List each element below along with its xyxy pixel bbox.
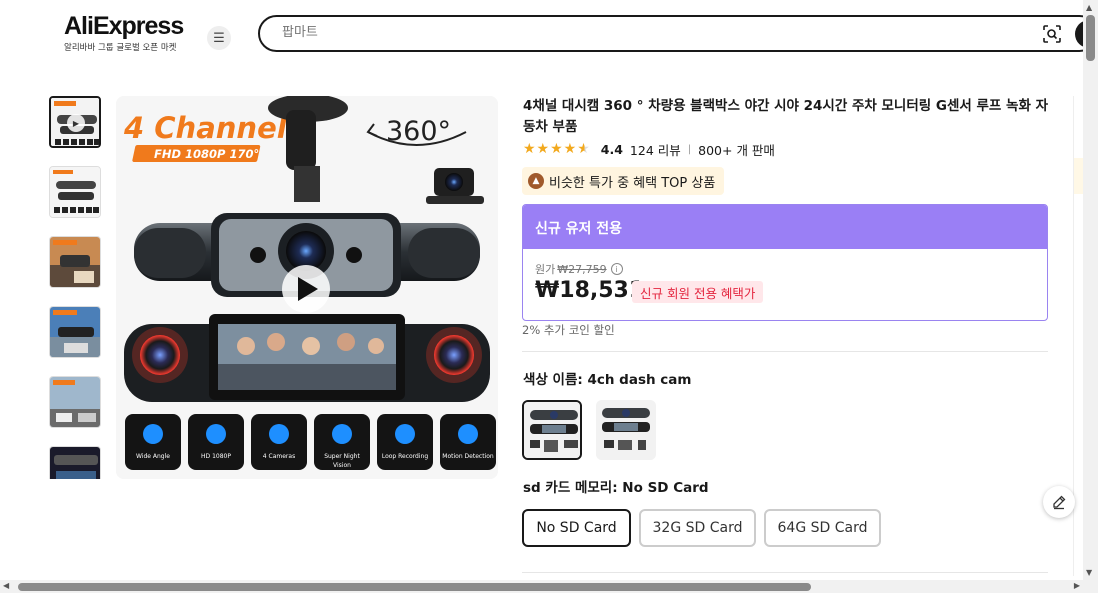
color-swatch-alt[interactable]	[596, 400, 656, 460]
vertical-scrollbar[interactable]: ▲ ▼	[1083, 0, 1098, 580]
feature-label: Super Night	[324, 453, 360, 460]
dashcam-illustration: 4 Channels FHD 1080P 170° 360° Wide Angl…	[116, 96, 498, 479]
menu-icon[interactable]: ☰	[207, 26, 231, 50]
feature-icon	[332, 424, 352, 444]
color-option-label: 색상 이름: 4ch dash cam	[523, 372, 692, 388]
image-search-icon[interactable]	[1042, 24, 1062, 44]
logo-tagline: 알리바바 그룹 글로벌 오픈 마켓	[64, 43, 177, 53]
sd-option-label: sd 카드 메모리: No SD Card	[523, 480, 709, 496]
main-product-image[interactable]: 4 Channels FHD 1080P 170° 360° Wide Angl…	[116, 96, 498, 479]
feature-label: Wide Angle	[136, 453, 170, 460]
rating-value: 4.4	[600, 141, 623, 157]
color-swatch-4ch[interactable]	[522, 400, 582, 460]
edit-icon[interactable]	[1043, 486, 1075, 518]
feature-icon	[206, 424, 226, 444]
feature-icon	[143, 424, 163, 444]
info-icon[interactable]: i	[610, 263, 623, 275]
new-member-price-tag: 신규 회원 전용 혜택가	[632, 281, 764, 303]
original-label: 원가	[535, 263, 556, 276]
thumbnail-image[interactable]	[49, 376, 101, 428]
thumbnail-list: ▶	[49, 96, 101, 479]
badge-text: 비슷한 특가 중 혜택 TOP 상품	[549, 175, 716, 191]
original-price: ₩27,759	[557, 262, 607, 276]
thumbnail-video[interactable]: ▶	[49, 96, 101, 148]
thumbnail-image[interactable]	[49, 446, 101, 479]
sd-option-32g[interactable]: 32G SD Card	[639, 509, 756, 547]
separator: |	[687, 143, 692, 155]
star-rating-icon: ★★★★★	[523, 141, 591, 157]
product-title: 4채널 대시캠 360 ° 차량용 블랙박스 야간 시야 24시간 주차 모니터…	[523, 98, 1049, 135]
search-input[interactable]	[282, 25, 982, 40]
scroll-right-icon[interactable]: ▶	[1074, 581, 1080, 590]
coin-discount: 2% 추가 코인 할인	[522, 323, 615, 337]
thumbnail-image[interactable]	[49, 236, 101, 288]
scroll-up-icon[interactable]: ▲	[1086, 3, 1092, 12]
thumbnail-image[interactable]	[49, 166, 101, 218]
feature-icon	[458, 424, 478, 444]
sold-count: 800+ 개 판매	[698, 142, 775, 158]
feature-label: Loop Recording	[382, 453, 428, 460]
new-user-promo: 신규 유저 전용 원가 ₩27,759 i ₩18,531 신규 회원 전용 혜…	[522, 204, 1048, 321]
play-icon: ▶	[67, 114, 85, 132]
feature-label: 4 Cameras	[263, 453, 295, 460]
horizontal-scroll-thumb[interactable]	[18, 583, 811, 591]
promo-header: 신규 유저 전용	[523, 205, 1047, 249]
spec-text: FHD 1080P 170°	[154, 147, 259, 161]
horizontal-scrollbar[interactable]: ◀ ▶	[0, 580, 1098, 593]
vertical-scroll-thumb[interactable]	[1086, 15, 1095, 61]
scroll-left-icon[interactable]: ◀	[3, 581, 9, 590]
feature-label: Vision	[333, 462, 351, 469]
rating-row: ★★★★★ 4.4 124 리뷰 | 800+ 개 판매	[523, 140, 775, 158]
logo-text: AliExpress	[64, 12, 184, 40]
feature-icon	[269, 424, 289, 444]
sale-price: ₩18,531	[535, 278, 645, 303]
sd-option-64g[interactable]: 64G SD Card	[764, 509, 881, 547]
review-count-link[interactable]: 124 리뷰	[630, 140, 681, 159]
original-price-row: 원가 ₩27,759 i	[535, 261, 623, 277]
page: AliExpress 알리바바 그룹 글로벌 오픈 마켓 ☰ ▶	[0, 0, 1098, 593]
feature-icon	[395, 424, 415, 444]
thumbnail-image[interactable]	[49, 306, 101, 358]
feature-label: HD 1080P	[201, 453, 231, 460]
aliexpress-logo[interactable]: AliExpress 알리바바 그룹 글로벌 오픈 마켓	[64, 12, 184, 53]
fire-icon: ▲	[528, 173, 544, 189]
feature-label: Motion Detection	[442, 453, 494, 460]
divider	[522, 351, 1048, 352]
divider	[522, 572, 1048, 573]
search-bar[interactable]	[258, 15, 1098, 52]
top-deal-badge[interactable]: ▲ 비슷한 특가 중 혜택 TOP 상품	[522, 167, 725, 195]
scroll-down-icon[interactable]: ▼	[1086, 568, 1092, 577]
sd-option-none[interactable]: No SD Card	[522, 509, 631, 547]
